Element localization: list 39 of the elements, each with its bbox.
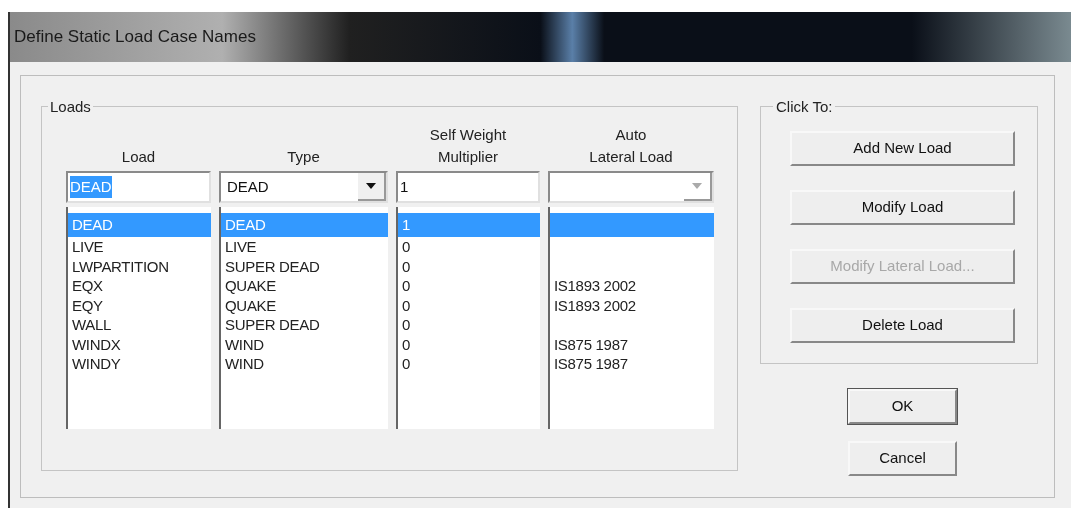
list-item[interactable]: 0 [398,276,540,296]
list-item[interactable]: 0 [398,256,540,276]
column-header: Auto [615,125,647,145]
list-item[interactable]: LIVE [221,237,388,257]
list-item[interactable]: WINDX [68,334,211,354]
list-item[interactable]: LIVE [68,237,211,257]
button[interactable]: Delete Load [790,308,1015,343]
list-item[interactable]: SUPER DEAD [221,315,388,335]
column-header: Multiplier [438,147,498,167]
window-title: Define Static Load Case Names [14,26,256,49]
list-item[interactable]: EQY [68,295,211,315]
input-field[interactable]: 1 [396,171,540,203]
button[interactable]: Cancel [848,441,957,476]
list-item[interactable]: WALL [68,315,211,335]
dropdown[interactable]: DEAD [219,171,388,203]
column-header: Type [287,147,320,167]
column-header: Self Weight [429,125,507,145]
button[interactable]: Modify Load [790,190,1015,225]
list-item[interactable]: WIND [221,354,388,374]
list-item[interactable]: QUAKE [221,276,388,296]
list-item[interactable]: SUPER DEAD [221,256,388,276]
list-item[interactable]: IS1893 2002 [550,276,714,296]
list-item[interactable]: 0 [398,354,540,374]
list-item[interactable]: 0 [398,237,540,257]
list-item[interactable]: WIND [221,334,388,354]
list-item[interactable]: LWPARTITION [68,256,211,276]
list-item[interactable]: 0 [398,334,540,354]
column-header: Lateral Load [589,147,673,167]
list-item[interactable]: 0 [398,295,540,315]
column-header: Load [121,147,156,167]
list-item[interactable]: WINDY [68,354,211,374]
list-item[interactable]: IS1893 2002 [550,295,714,315]
list-item[interactable]: EQX [68,276,211,296]
list-item[interactable]: IS875 1987 [550,334,714,354]
list-item[interactable]: 0 [398,315,540,335]
list-item[interactable]: QUAKE [221,295,388,315]
button[interactable]: Add New Load [790,131,1015,166]
list-item[interactable]: IS875 1987 [550,354,714,374]
button[interactable]: OK [848,389,957,424]
